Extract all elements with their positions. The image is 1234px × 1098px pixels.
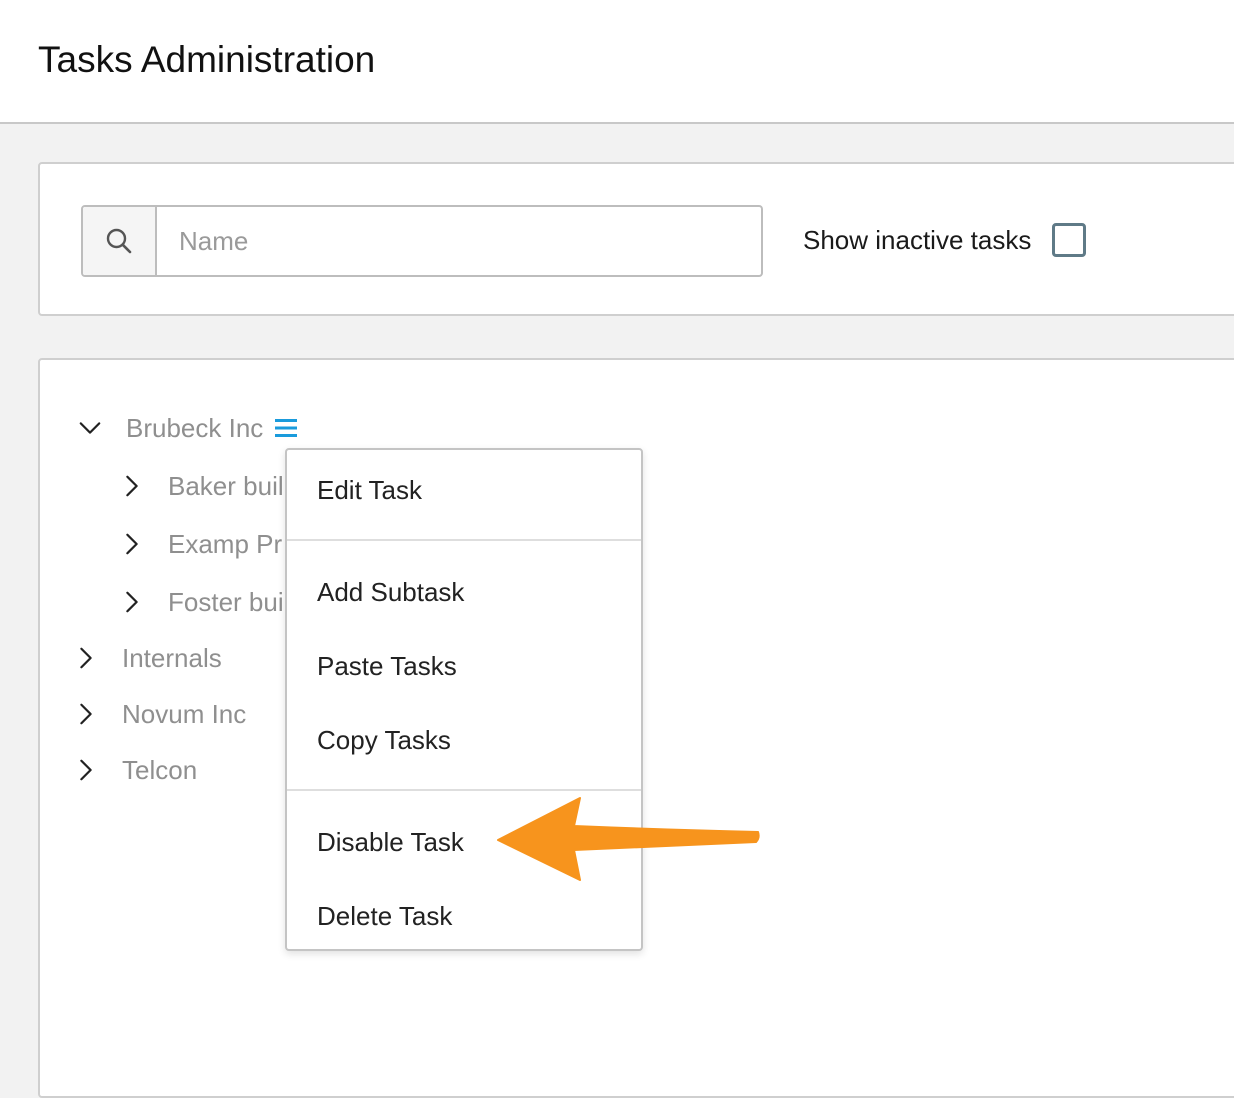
tree-node-label[interactable]: Internals bbox=[122, 643, 222, 674]
search-icon[interactable] bbox=[83, 207, 157, 275]
menu-item-edit-task[interactable]: Edit Task bbox=[317, 474, 422, 506]
tree-node-label[interactable]: Novum Inc bbox=[122, 699, 246, 730]
chevron-right-icon[interactable] bbox=[74, 646, 98, 670]
menu-divider bbox=[287, 539, 641, 541]
page-title: Tasks Administration bbox=[38, 39, 376, 80]
show-inactive-checkbox[interactable] bbox=[1052, 223, 1086, 257]
chevron-right-icon[interactable] bbox=[74, 758, 98, 782]
tree-node-label[interactable]: Brubeck Inc bbox=[126, 413, 263, 444]
page-header: Tasks Administration bbox=[0, 0, 1234, 124]
chevron-right-icon[interactable] bbox=[120, 590, 144, 614]
tree-node-label[interactable]: Foster bui bbox=[168, 587, 284, 618]
chevron-right-icon[interactable] bbox=[74, 702, 98, 726]
menu-item-disable-task[interactable]: Disable Task bbox=[317, 826, 464, 858]
menu-item-paste-tasks[interactable]: Paste Tasks bbox=[317, 650, 457, 682]
menu-item-delete-task[interactable]: Delete Task bbox=[317, 900, 452, 932]
hamburger-menu-icon[interactable] bbox=[273, 415, 299, 441]
menu-item-add-subtask[interactable]: Add Subtask bbox=[317, 576, 464, 608]
tree-node-baker-buil[interactable]: Baker buil bbox=[120, 466, 284, 506]
tree-node-novum-inc[interactable]: Novum Inc bbox=[74, 694, 246, 734]
menu-item-copy-tasks[interactable]: Copy Tasks bbox=[317, 724, 451, 756]
chevron-right-icon[interactable] bbox=[120, 474, 144, 498]
show-inactive-label: Show inactive tasks bbox=[803, 225, 1032, 255]
chevron-right-icon[interactable] bbox=[120, 532, 144, 556]
tree-node-internals[interactable]: Internals bbox=[74, 638, 222, 678]
tree-node-brubeck-inc[interactable]: Brubeck Inc bbox=[78, 408, 299, 448]
tree-node-telcon[interactable]: Telcon bbox=[74, 750, 197, 790]
tree-node-examp-pr[interactable]: Examp Pr bbox=[120, 524, 282, 564]
filter-panel: Show inactive tasks bbox=[38, 162, 1234, 316]
menu-divider bbox=[287, 789, 641, 791]
task-context-menu: Edit Task Add Subtask Paste Tasks Copy T… bbox=[285, 448, 643, 951]
tree-node-foster-bui[interactable]: Foster bui bbox=[120, 582, 284, 622]
search-box bbox=[81, 205, 763, 277]
tree-node-label[interactable]: Baker buil bbox=[168, 471, 284, 502]
tree-node-label[interactable]: Telcon bbox=[122, 755, 197, 786]
search-input[interactable] bbox=[157, 207, 757, 275]
chevron-down-icon[interactable] bbox=[78, 416, 102, 440]
tree-node-label[interactable]: Examp Pr bbox=[168, 529, 282, 560]
